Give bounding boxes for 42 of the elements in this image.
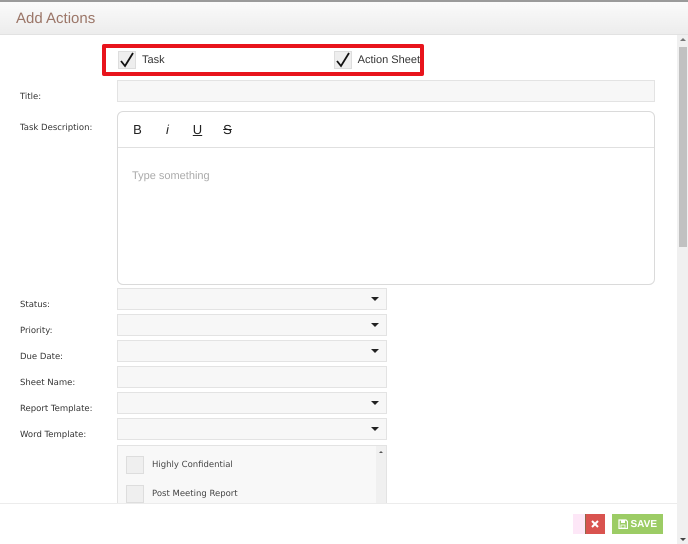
scrollbar[interactable] [677,35,688,544]
caret-icon [371,349,379,353]
check-icon [119,52,135,68]
checkbox-label: Action Sheet [358,54,420,66]
caret-icon [371,323,379,327]
scroll-up-icon[interactable] [680,38,686,41]
placeholder-text: Type something [132,170,210,182]
field-label: Word Template: [20,430,86,440]
check-icon [334,52,351,68]
checkbox[interactable] [334,51,352,69]
strikethrough-button[interactable]: S [220,122,235,137]
field-label: Status: [20,300,50,310]
checkbox[interactable] [126,456,144,474]
dropdown[interactable] [117,418,387,440]
dropdown[interactable] [117,314,387,336]
field-label: Priority: [20,326,52,336]
dropdown[interactable] [117,340,387,362]
field-label: Title: [20,92,42,102]
scroll-up-icon[interactable] [379,451,383,453]
input-field[interactable] [117,366,387,388]
bold-button[interactable]: B [130,122,145,137]
caret-icon [371,297,379,301]
dropdown[interactable] [117,392,387,414]
checkbox-label: Post Meeting Report [152,488,238,498]
field-label: Sheet Name: [20,378,76,388]
scrollbar-thumb[interactable] [678,47,686,247]
checkbox[interactable] [118,51,136,69]
field-label: Task Description: [20,123,92,133]
field-label: Due Date: [20,352,64,362]
checkbox[interactable] [126,484,144,502]
text-editor[interactable]: B i U S Type something [117,111,655,285]
field-label: Report Template: [20,404,93,414]
dropdown[interactable] [117,288,387,310]
underline-button[interactable]: U [190,122,205,137]
caret-icon [371,401,379,405]
checkbox-label: Highly Confidential [152,460,233,470]
close-icon [591,520,599,528]
input-field[interactable] [117,80,655,102]
caret-icon [371,427,379,431]
italic-button[interactable]: i [160,122,175,137]
dialog-title: Add Actions [16,10,96,26]
checkbox-label: Task [142,54,165,66]
